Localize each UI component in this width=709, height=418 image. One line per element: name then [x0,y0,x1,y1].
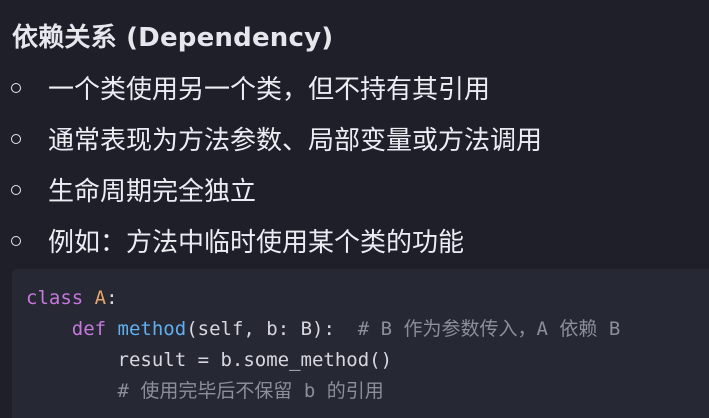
code-line-2: def method(self, b: B): # B 作为参数传入，A 依赖 … [26,314,709,345]
heading-sub: (Dependency) [126,23,334,53]
code-gap [335,318,358,340]
code-class-name: A [94,287,107,309]
bullet-circle-icon [11,184,21,195]
code-line-1: class A: [26,283,709,314]
code-function-name: method [117,318,187,340]
bullet-circle-icon [11,82,21,93]
list-item: 一个类使用另一个类，但不持有其引用 [0,62,709,113]
code-comment: # B 作为参数传入，A 依赖 B [357,318,621,340]
bullet-circle-icon [11,235,21,246]
code-params: (self, b: B): [186,318,335,340]
bullet-text: 通常表现为方法参数、局部变量或方法调用 [48,126,543,156]
code-keyword: class [26,287,84,309]
bullet-text: 例如：方法中临时使用某个类的功能 [48,228,465,258]
bullet-text: 一个类使用另一个类，但不持有其引用 [48,75,491,105]
bullet-text: 生命周期完全独立 [48,177,257,207]
code-block[interactable]: class A: def method(self, b: B): # B 作为参… [12,269,709,418]
code-comment: # 使用完毕后不保留 b 的引用 [117,380,384,402]
bullet-circle-icon [11,133,21,144]
code-line-4: # 使用完毕后不保留 b 的引用 [26,376,709,407]
bullet-list: 一个类使用另一个类，但不持有其引用 通常表现为方法参数、局部变量或方法调用 生命… [0,62,709,266]
code-keyword: def [71,318,107,340]
code-punct: : [106,287,118,309]
list-item: 通常表现为方法参数、局部变量或方法调用 [0,113,709,164]
section-heading: 依赖关系 (Dependency) [12,17,333,54]
code-line-3: result = b.some_method() [26,345,709,376]
list-item: 例如：方法中临时使用某个类的功能 [0,215,709,266]
list-item: 生命周期完全独立 [0,164,709,215]
heading-main: 依赖关系 [12,23,117,53]
code-statement: result = b.some_method() [117,349,393,371]
